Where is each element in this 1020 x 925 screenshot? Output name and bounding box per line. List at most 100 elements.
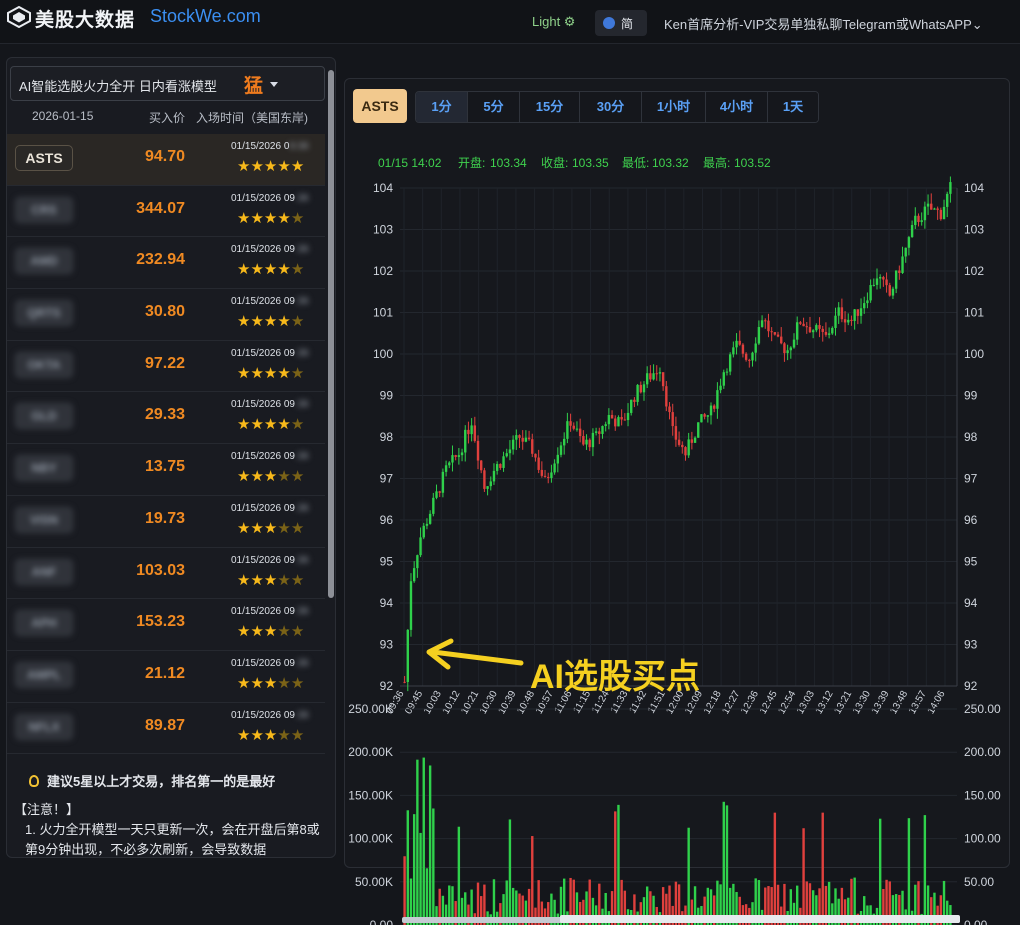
x-tick-label: 13:48 bbox=[888, 689, 910, 717]
candle bbox=[780, 336, 783, 344]
entry-time: 01/15/2026 09:36 bbox=[231, 555, 309, 566]
language-button[interactable]: 简 bbox=[595, 10, 647, 36]
timeframe-tab[interactable]: 4小时 bbox=[706, 92, 768, 122]
entry-time-hidden: :36 bbox=[294, 244, 309, 256]
candle bbox=[614, 418, 617, 427]
star-icon: ★ bbox=[263, 674, 278, 692]
candle bbox=[920, 220, 923, 223]
ticker-badge[interactable]: NBY bbox=[15, 455, 73, 482]
candle bbox=[467, 429, 470, 435]
ticker-badge[interactable]: APH bbox=[15, 610, 73, 637]
ohlc-info: 最高: bbox=[703, 155, 730, 170]
star-icon: ★ bbox=[277, 674, 291, 692]
column-buy-price: 买入价 bbox=[149, 111, 186, 125]
stock-row[interactable]: ASTS 94.70 01/15/2026 09:36 ★★★★★ bbox=[7, 134, 325, 186]
stock-row[interactable]: NFLX 89.87 01/15/2026 09:36 ★★★★★ bbox=[7, 703, 325, 755]
timeframe-tab[interactable]: 15分 bbox=[520, 92, 580, 122]
stock-row[interactable]: GLD 29.33 01/15/2026 09:36 ★★★★★ bbox=[7, 392, 325, 445]
symbol-button[interactable]: ASTS bbox=[353, 89, 407, 123]
top-bar: 美股大数据 StockWe.com Light ⚙ 简 Ken首席分析-VIP交… bbox=[0, 0, 1020, 44]
candle bbox=[872, 284, 875, 286]
candle bbox=[773, 332, 777, 335]
ticker-badge[interactable]: VISN bbox=[15, 506, 73, 533]
model-select[interactable]: AI智能选股火力全开 日内看涨模型 猛 bbox=[10, 66, 325, 101]
x-tick-label: 10:39 bbox=[496, 689, 518, 717]
entry-time-visible: 01/15/2026 09 bbox=[231, 606, 295, 618]
stock-row[interactable]: OKTA 97.22 01/15/2026 09:36 ★★★★★ bbox=[7, 341, 325, 393]
entry-time-hidden: :36 bbox=[294, 192, 309, 204]
star-icon: ★ bbox=[237, 571, 251, 589]
volume-tick-label: 250.00K bbox=[348, 702, 393, 716]
stock-row[interactable]: VISN 19.73 01/15/2026 09:36 ★★★★★ bbox=[7, 496, 325, 548]
stock-row[interactable]: APH 153.23 01/15/2026 09:36 ★★★★★ bbox=[7, 599, 325, 651]
candle bbox=[598, 431, 601, 434]
star-icon: ★ bbox=[290, 261, 305, 279]
candle bbox=[527, 437, 531, 440]
price-chart[interactable]: 01/15 14:02 开盘: 103.34 收盘: 103.35 最低: 103.32 最高… bbox=[345, 145, 1009, 925]
entry-time-visible: 01/15/2026 09 bbox=[231, 347, 295, 359]
stock-row[interactable]: AMD 232.94 01/15/2026 09:36 ★★★★★ bbox=[7, 237, 325, 290]
candle bbox=[604, 424, 607, 427]
candle bbox=[690, 439, 694, 443]
logo-domain[interactable]: StockWe.com bbox=[150, 6, 261, 27]
ticker-badge[interactable]: AMD bbox=[15, 248, 73, 275]
stock-row[interactable]: QRTS 30.80 01/15/2026 09:36 ★★★★★ bbox=[7, 289, 325, 341]
stock-row[interactable]: NBY 13.75 01/15/2026 09:36 ★★★★★ bbox=[7, 444, 325, 496]
ticker-badge[interactable]: ASTS bbox=[15, 145, 73, 171]
star-icon: ★ bbox=[263, 209, 278, 227]
volume-tick-label: 200.00K bbox=[348, 745, 393, 759]
entry-time-hidden: :36 bbox=[294, 606, 309, 618]
stock-row[interactable]: CRS 344.07 01/15/2026 09:36 ★★★★★ bbox=[7, 186, 325, 238]
stock-row[interactable]: ANF 103.03 01/15/2026 09:36 ★★★★★ bbox=[7, 548, 325, 600]
star-icon: ★ bbox=[277, 571, 291, 589]
candle bbox=[617, 417, 620, 427]
candle bbox=[537, 457, 540, 470]
candle bbox=[483, 470, 486, 489]
candle bbox=[610, 414, 614, 419]
stock-row[interactable]: AMPL 21.12 01/15/2026 09:36 ★★★★★ bbox=[7, 651, 325, 703]
star-icon: ★ bbox=[263, 726, 278, 744]
x-tick-label: 12:18 bbox=[702, 689, 724, 717]
ticker-badge[interactable]: AMPL bbox=[15, 661, 73, 688]
candle bbox=[594, 431, 598, 433]
timeframe-tab[interactable]: 5分 bbox=[468, 92, 520, 122]
ticker-badge[interactable]: QRTS bbox=[15, 300, 73, 327]
stock-pick-panel: AI智能选股火力全开 日内看涨模型 猛 2026-01-15 买入价 入场时间（… bbox=[6, 57, 336, 858]
y-tick-label: 98 bbox=[380, 430, 394, 444]
logo-text[interactable]: 美股大数据 bbox=[35, 5, 135, 32]
timeframe-tab[interactable]: 30分 bbox=[580, 92, 642, 122]
ohlc-info: 103.32 bbox=[652, 156, 689, 170]
x-tick-label: 10:30 bbox=[478, 689, 500, 717]
timeframe-tab[interactable]: 1小时 bbox=[642, 92, 706, 122]
star-icon: ★ bbox=[277, 313, 291, 331]
theme-toggle[interactable]: Light ⚙ bbox=[532, 14, 575, 30]
y-tick-label: 94 bbox=[380, 596, 394, 610]
candle bbox=[795, 322, 799, 340]
candle bbox=[815, 325, 818, 331]
candle bbox=[847, 319, 850, 323]
candle bbox=[524, 437, 528, 442]
ticker-badge[interactable]: OKTA bbox=[15, 351, 73, 378]
star-icon: ★ bbox=[290, 571, 305, 589]
star-icon: ★ bbox=[250, 416, 264, 434]
candle bbox=[722, 372, 725, 386]
ticker-badge[interactable]: GLD bbox=[15, 403, 73, 430]
ticker-badge[interactable]: NFLX bbox=[15, 713, 73, 740]
notice-body: 1. 火力全开模型一天只更新一次，会在开盘后第8或第9分钟出现，不必多次刷新，会… bbox=[25, 822, 320, 857]
ticker-badge[interactable]: CRS bbox=[15, 196, 73, 223]
timeframe-tab[interactable]: 1分 bbox=[416, 92, 468, 122]
vip-contact-menu[interactable]: Ken首席分析-VIP交易单独私聊Telegram或WhatsAPP⌄ bbox=[664, 14, 983, 33]
candle bbox=[898, 270, 901, 273]
ticker-badge[interactable]: ANF bbox=[15, 558, 73, 585]
x-tick-label: 13:39 bbox=[870, 689, 892, 717]
list-scrollbar[interactable] bbox=[328, 70, 334, 598]
candle bbox=[601, 426, 604, 434]
logo-icon[interactable] bbox=[7, 6, 31, 28]
candle bbox=[409, 581, 413, 630]
entry-time-visible: 01/15/2026 09 bbox=[231, 399, 295, 411]
timeframe-tab[interactable]: 1天 bbox=[768, 92, 818, 122]
annotation-arrow bbox=[430, 649, 524, 666]
candle bbox=[808, 327, 812, 333]
ohlc-info: 103.34 bbox=[490, 156, 527, 170]
star-icon: ★ bbox=[277, 416, 291, 434]
